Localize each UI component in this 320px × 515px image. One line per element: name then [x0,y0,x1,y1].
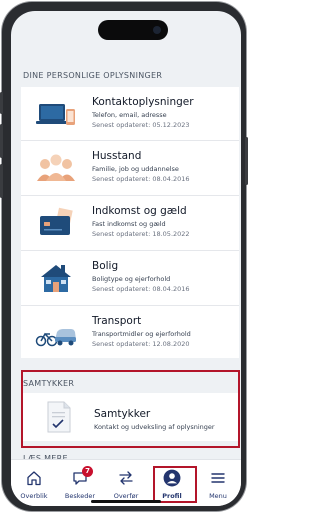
app-screen: DINE PERSONLIGE OPLYSNINGER Kontaktoplys… [11,11,241,506]
item-updated: Senest opdateret: 05.12.2023 [92,121,190,129]
card-icon [40,207,73,235]
nav-label: Overfør [113,492,139,500]
item-subtitle: Familie, job og uddannelse [92,165,179,173]
list-item-indkomst-og-gaeld[interactable]: Indkomst og gæld Fast indkomst og gæld S… [21,196,239,249]
home-indicator [91,500,161,503]
consents-section-title: SAMTYKKER [23,379,75,388]
list-item-bolig[interactable]: Bolig Boligtype og ejerforhold Senest op… [21,251,239,304]
family-icon [37,154,75,181]
phone-side-button [0,92,3,114]
personal-info-card: Kontaktoplysninger Telefon, email, adres… [21,87,239,358]
phone-side-button [245,137,248,185]
camera-icon [153,26,161,34]
consents-card: Samtykker Kontakt og udveksling af oplys… [23,393,238,441]
transport-icon [35,329,76,347]
list-item-husstand[interactable]: Husstand Familie, job og uddannelse Sene… [21,141,239,194]
transfer-icon [119,471,133,485]
phone-frame: DINE PERSONLIGE OPLYSNINGER Kontaktoplys… [0,2,248,511]
nav-item-menu[interactable]: Menu [195,460,241,506]
item-subtitle: Boligtype og ejerforhold [92,275,171,283]
list-item-transport[interactable]: Transport Transportmidler og ejerforhold… [21,306,239,359]
item-subtitle: Fast indkomst og gæld [92,220,166,228]
unread-count-badge: 7 [82,466,93,477]
item-updated: Senest opdateret: 08.04.2016 [92,175,190,183]
home-icon [27,471,41,486]
list-item-kontaktoplysninger[interactable]: Kontaktoplysninger Telefon, email, adres… [21,87,239,140]
dynamic-island [98,20,168,40]
nav-label: Overblik [20,492,48,500]
menu-icon [211,473,225,483]
devices-icon [36,104,75,125]
item-subtitle: Transportmidler og ejerforhold [92,330,191,338]
nav-label: Beskeder [64,492,96,500]
phone-side-button [0,124,3,158]
item-title: Transport [92,315,142,327]
house-icon [41,265,71,292]
list-item-samtykker[interactable]: Samtykker Kontakt og udveksling af oplys… [23,393,238,441]
item-title: Indkomst og gæld [92,205,187,217]
item-updated: Senest opdateret: 12.08.2020 [92,340,190,348]
item-title: Bolig [92,260,119,272]
nav-label: Menu [209,492,227,500]
item-updated: Senest opdateret: 08.04.2016 [92,285,190,293]
item-title: Kontaktoplysninger [92,96,194,108]
item-title: Husstand [92,150,142,162]
document-check-icon [47,401,71,433]
phone-side-button [0,164,3,198]
item-subtitle: Kontakt og udveksling af oplysninger [94,423,215,431]
item-title: Samtykker [94,408,151,420]
item-subtitle: Telefon, email, adresse [92,111,167,119]
personal-info-section-title: DINE PERSONLIGE OPLYSNINGER [23,71,163,80]
nav-item-overblik[interactable]: Overblik [11,460,57,506]
active-tab-highlight [153,466,197,503]
item-updated: Senest opdateret: 18.05.2022 [92,230,190,238]
bottom-nav: Overblik 7 Beskeder Overfør Profil Menu [11,459,241,506]
